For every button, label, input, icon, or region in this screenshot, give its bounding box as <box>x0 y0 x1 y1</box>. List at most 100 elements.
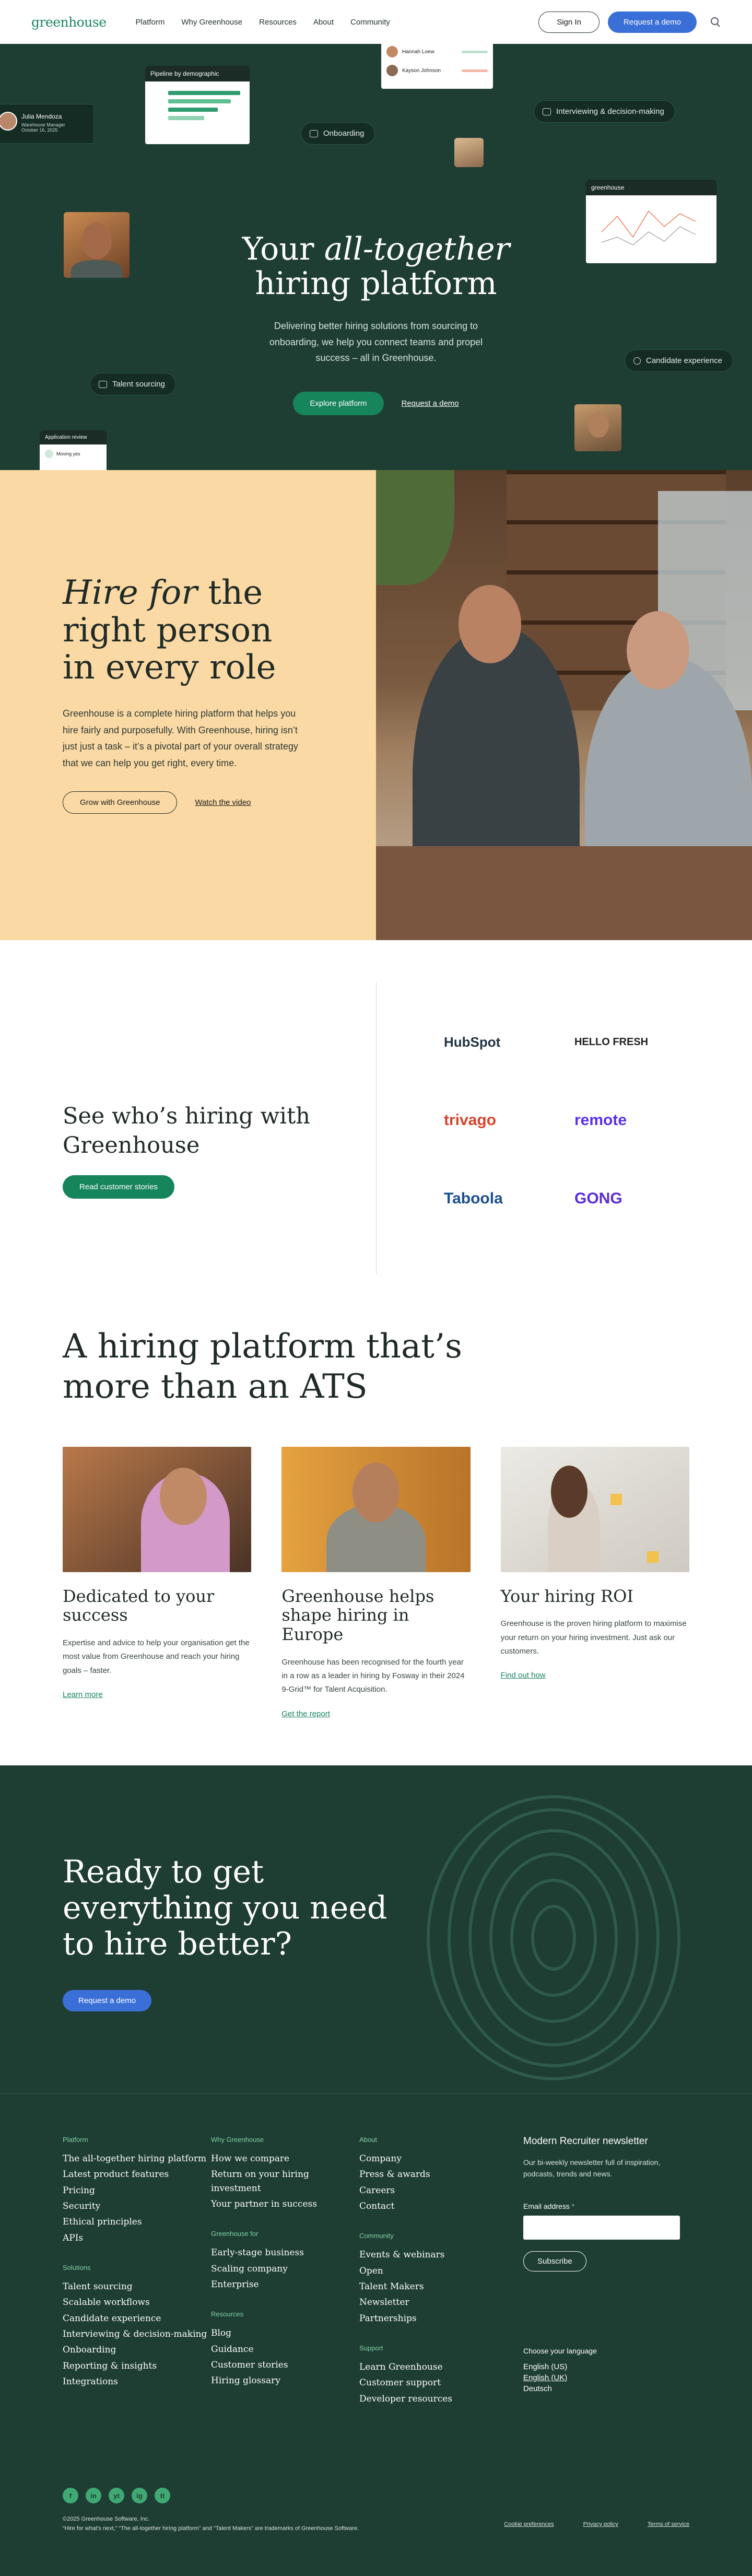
main-nav: Platform Why Greenhouse Resources About … <box>136 18 390 27</box>
candidate-experience-pill: Candidate experience <box>625 349 733 372</box>
nav-community[interactable]: Community <box>350 18 390 27</box>
nav-platform[interactable]: Platform <box>136 18 165 27</box>
footer-link[interactable]: Developer resources <box>359 2392 508 2406</box>
language-option-selected[interactable]: English (UK) <box>523 2372 680 2383</box>
social-links: f in yt ig tt <box>63 2488 170 2503</box>
footer-link[interactable]: Integrations <box>63 2375 211 2388</box>
nav-why-greenhouse[interactable]: Why Greenhouse <box>181 18 242 27</box>
footer-link[interactable]: Guidance <box>211 2343 359 2356</box>
status-bar <box>462 69 488 72</box>
footer-col-about: About Company Press & awards Careers Con… <box>359 2136 508 2425</box>
instagram-icon[interactable]: ig <box>132 2488 147 2503</box>
language-option[interactable]: English (US) <box>523 2361 680 2372</box>
footer-link[interactable]: Careers <box>359 2184 508 2197</box>
newsletter-body: Our bi-weekly newsletter full of inspira… <box>523 2158 661 2179</box>
request-demo-button[interactable]: Request a demo <box>607 11 697 33</box>
ready-request-demo-button[interactable]: Request a demo <box>63 1990 152 2011</box>
remote-logo: remote <box>574 1111 627 1129</box>
footer-col-why: Why Greenhouse How we compare Return on … <box>211 2136 359 2425</box>
footer-link[interactable]: Newsletter <box>359 2296 508 2309</box>
facebook-icon[interactable]: f <box>63 2488 78 2503</box>
footer-link[interactable]: Press & awards <box>359 2168 508 2181</box>
footer-link[interactable]: Security <box>63 2199 211 2213</box>
nav-resources[interactable]: Resources <box>259 18 297 27</box>
footer-columns: Platform The all-together hiring platfor… <box>63 2136 689 2425</box>
cookie-preferences-link[interactable]: Cookie preferences <box>504 2521 554 2527</box>
privacy-policy-link[interactable]: Privacy policy <box>583 2521 618 2527</box>
greenhouse-logo[interactable]: greenhouse <box>31 15 107 30</box>
footer-link[interactable]: Hiring glossary <box>211 2374 359 2387</box>
footer-link[interactable]: Return on your hiring investment <box>211 2168 359 2195</box>
ats-title: A hiring platform that’s more than an AT… <box>63 1327 462 1406</box>
footer-link[interactable]: How we compare <box>211 2152 359 2165</box>
language-option[interactable]: Deutsch <box>523 2383 680 2394</box>
footer-link[interactable]: Contact <box>359 2199 508 2213</box>
footer-link[interactable]: Scaling company <box>211 2262 359 2276</box>
footer-link[interactable]: Enterprise <box>211 2278 359 2291</box>
footer-link[interactable]: Learn Greenhouse <box>359 2360 508 2374</box>
footer-link[interactable]: Latest product features <box>63 2168 211 2181</box>
grow-with-greenhouse-button[interactable]: Grow with Greenhouse <box>63 791 178 814</box>
learn-more-link[interactable]: Learn more <box>63 1690 251 1699</box>
footer-link[interactable]: The all-together hiring platform <box>63 2152 211 2165</box>
tiktok-icon[interactable]: tt <box>155 2488 170 2503</box>
subscribe-button[interactable]: Subscribe <box>523 2251 586 2271</box>
taboola-logo: Taboola <box>444 1190 503 1207</box>
email-label: Email address * <box>523 2202 680 2210</box>
scorecard-icon <box>543 108 551 115</box>
profile-role: Warehouse Manager <box>21 122 65 127</box>
search-icon[interactable] <box>710 17 721 27</box>
footer-link[interactable]: Your partner in success <box>211 2197 359 2211</box>
footer-link[interactable]: Talent sourcing <box>63 2280 211 2293</box>
hire-for-body: Greenhouse is a complete hiring platform… <box>63 708 298 768</box>
footer-link[interactable]: Company <box>359 2152 508 2165</box>
sign-in-button[interactable]: Sign In <box>538 11 600 33</box>
pipeline-card-title: Pipeline by demographic <box>145 66 250 81</box>
read-customer-stories-button[interactable]: Read customer stories <box>63 1175 175 1199</box>
footer-link[interactable]: Customer support <box>359 2376 508 2390</box>
email-field[interactable] <box>523 2215 680 2240</box>
footer-link[interactable]: Events & webinars <box>359 2248 508 2262</box>
footer-link[interactable]: Pricing <box>63 2184 211 2197</box>
pill-label: Onboarding <box>323 129 365 138</box>
footer-link[interactable]: Reporting & insights <box>63 2359 211 2373</box>
youtube-icon[interactable]: yt <box>109 2488 124 2503</box>
footer-link[interactable]: Scalable workflows <box>63 2296 211 2309</box>
terms-of-service-link[interactable]: Terms of service <box>648 2521 689 2527</box>
explore-platform-button[interactable]: Explore platform <box>293 392 384 415</box>
application-review-card: Application review Moving yes <box>40 430 107 470</box>
customers-title: See who’s hiring with Greenhouse <box>63 1103 310 1158</box>
divider <box>376 982 377 1274</box>
bar <box>168 116 204 120</box>
get-report-link[interactable]: Get the report <box>281 1709 470 1718</box>
footer-link[interactable]: Partnerships <box>359 2312 508 2325</box>
legal-links: Cookie preferences Privacy policy Terms … <box>504 2521 689 2527</box>
footer-link[interactable]: Customer stories <box>211 2358 359 2372</box>
footer-link[interactable]: APIs <box>63 2231 211 2245</box>
footer-heading: Solutions <box>63 2264 91 2272</box>
language-options: English (US) English (UK) Deutsch <box>523 2361 680 2394</box>
footer-link[interactable]: Blog <box>211 2326 359 2340</box>
user-icon <box>633 357 641 365</box>
footer-link[interactable]: Candidate experience <box>63 2312 211 2325</box>
footer-link[interactable]: Ethical principles <box>63 2215 211 2229</box>
feature-body: Expertise and advice to help your organi… <box>63 1638 250 1675</box>
footer-link[interactable]: Open <box>359 2264 508 2278</box>
footer-link[interactable]: Early-stage business <box>211 2246 359 2259</box>
watch-video-link[interactable]: Watch the video <box>195 798 251 807</box>
customer-logos: HubSpot HELLO FRESH trivago remote Taboo… <box>376 940 752 1316</box>
language-label: Choose your language <box>523 2346 597 2355</box>
profile-name: Julia Mendoza <box>21 113 62 120</box>
footer-link[interactable]: Onboarding <box>63 2343 211 2357</box>
status-bar <box>462 50 488 53</box>
hero-request-demo-link[interactable]: Request a demo <box>402 399 459 408</box>
feature-cards: Dedicated to your success Expertise and … <box>63 1446 689 1718</box>
photo-hair <box>550 1465 588 1518</box>
find-out-how-link[interactable]: Find out how <box>501 1671 689 1680</box>
gong-logo: GONG <box>574 1190 622 1207</box>
nav-about[interactable]: About <box>313 18 334 27</box>
footer-link[interactable]: Talent Makers <box>359 2280 508 2293</box>
pill-label: Talent sourcing <box>112 380 165 389</box>
footer-link[interactable]: Interviewing & decision-making <box>63 2327 211 2341</box>
linkedin-icon[interactable]: in <box>86 2488 101 2503</box>
